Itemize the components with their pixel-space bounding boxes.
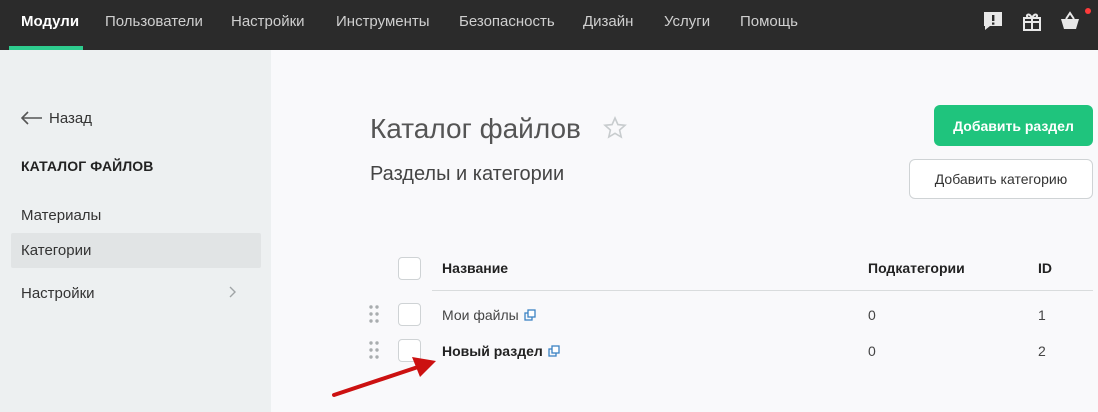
sidebar-item-label: Материалы	[21, 207, 102, 224]
row-checkbox[interactable]	[398, 303, 421, 326]
back-link-label: Назад	[49, 109, 92, 127]
back-link[interactable]: Назад	[21, 108, 92, 128]
sidebar-item-label: Категории	[21, 242, 92, 259]
column-header-id[interactable]: ID	[1038, 260, 1052, 276]
nav-item-modules[interactable]: Модули	[21, 0, 79, 50]
column-header-subcategories[interactable]: Подкатегории	[868, 260, 965, 276]
nav-item-tools[interactable]: Инструменты	[336, 0, 430, 50]
row-subcategories: 0	[868, 343, 876, 359]
select-all-checkbox[interactable]	[398, 257, 421, 280]
arrow-left-icon	[21, 111, 42, 125]
nav-item-security[interactable]: Безопасность	[459, 0, 555, 50]
add-section-button[interactable]: Добавить раздел	[934, 105, 1093, 146]
row-id: 1	[1038, 307, 1046, 323]
row-subcategories: 0	[868, 307, 876, 323]
chevron-right-icon	[229, 276, 237, 311]
row-name: Новый раздел	[442, 343, 543, 359]
star-icon[interactable]	[603, 116, 627, 140]
drag-handle-icon[interactable]	[369, 305, 379, 323]
external-link-icon	[524, 309, 536, 321]
row-id: 2	[1038, 343, 1046, 359]
alert-message-icon[interactable]	[981, 9, 1005, 33]
nav-item-help[interactable]: Помощь	[740, 0, 798, 50]
column-header-name[interactable]: Название	[442, 260, 508, 276]
sidebar-item-settings[interactable]: Настройки	[11, 276, 261, 311]
sidebar-item-materials[interactable]: Материалы	[11, 198, 261, 233]
cart-icon[interactable]	[1058, 9, 1082, 33]
sidebar-item-label: Настройки	[21, 285, 95, 302]
notification-dot	[1085, 8, 1091, 14]
table-header-divider	[432, 290, 1093, 291]
nav-item-users[interactable]: Пользователи	[105, 0, 203, 50]
nav-item-services[interactable]: Услуги	[664, 0, 710, 50]
page-title: Каталог файлов	[370, 113, 581, 144]
row-name: Мои файлы	[442, 307, 519, 323]
sidebar-heading: КАТАЛОГ ФАЙЛОВ	[21, 158, 154, 174]
table-row-name-link[interactable]: Мои файлы	[442, 307, 536, 323]
red-arrow-annotation	[332, 357, 436, 397]
top-navigation-bar: Модули Пользователи Настройки Инструмент…	[0, 0, 1098, 50]
sidebar-item-categories[interactable]: Категории	[11, 233, 261, 268]
page-subtitle: Разделы и категории	[370, 163, 565, 185]
add-category-button[interactable]: Добавить категорию	[909, 159, 1093, 199]
external-link-icon	[548, 345, 560, 357]
nav-item-settings[interactable]: Настройки	[231, 0, 305, 50]
table-row-name-link[interactable]: Новый раздел	[442, 343, 560, 359]
gift-icon[interactable]	[1020, 9, 1044, 33]
nav-item-design[interactable]: Дизайн	[583, 0, 633, 50]
